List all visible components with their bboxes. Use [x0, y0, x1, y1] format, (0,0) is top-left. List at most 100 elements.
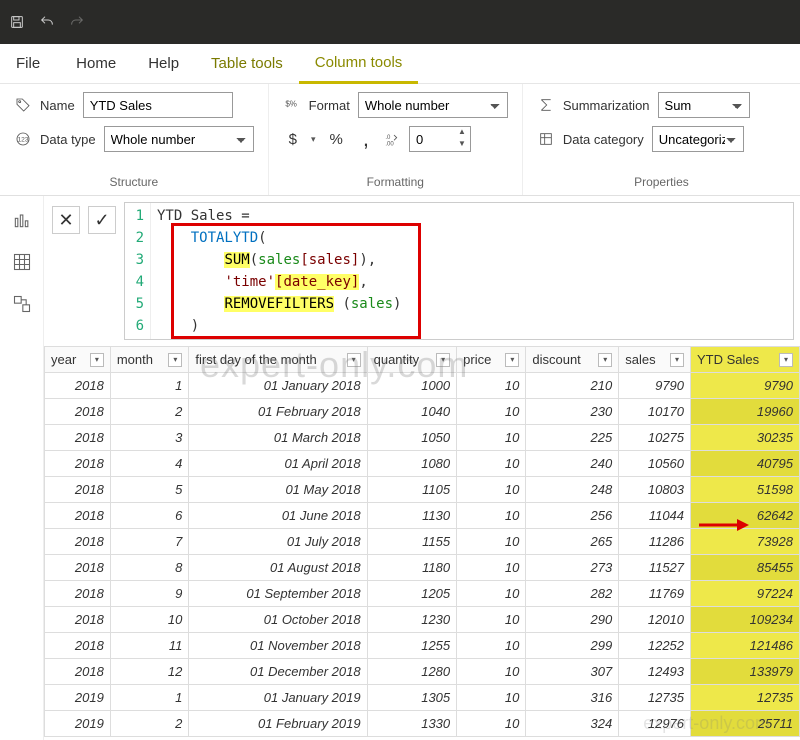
- cell[interactable]: 85455: [691, 555, 800, 581]
- column-header[interactable]: YTD Sales▾: [691, 347, 800, 373]
- cell[interactable]: 290: [526, 607, 619, 633]
- decimals-up[interactable]: ▲: [455, 128, 469, 138]
- cell[interactable]: 10: [457, 425, 526, 451]
- tab-help[interactable]: Help: [132, 45, 195, 82]
- cell[interactable]: 121486: [691, 633, 800, 659]
- cell[interactable]: 25711: [691, 711, 800, 737]
- cell[interactable]: 2018: [45, 529, 111, 555]
- tab-file[interactable]: File: [12, 45, 60, 82]
- table-row[interactable]: 2018501 May 20181105102481080351598: [45, 477, 800, 503]
- summarization-select[interactable]: Sum: [658, 92, 750, 118]
- cell[interactable]: 01 November 2018: [189, 633, 367, 659]
- model-view-icon[interactable]: [10, 292, 34, 316]
- cell[interactable]: 5: [110, 477, 189, 503]
- cell[interactable]: 299: [526, 633, 619, 659]
- table-row[interactable]: 2018101 January 201810001021097909790: [45, 373, 800, 399]
- cell[interactable]: 10803: [619, 477, 691, 503]
- cell[interactable]: 01 October 2018: [189, 607, 367, 633]
- cell[interactable]: 01 June 2018: [189, 503, 367, 529]
- cell[interactable]: 9: [110, 581, 189, 607]
- cell[interactable]: 2018: [45, 581, 111, 607]
- column-header[interactable]: quantity▾: [367, 347, 457, 373]
- table-row[interactable]: 20181101 November 2018125510299122521214…: [45, 633, 800, 659]
- cell[interactable]: 1040: [367, 399, 457, 425]
- cell[interactable]: 2018: [45, 399, 111, 425]
- cell[interactable]: 248: [526, 477, 619, 503]
- cell[interactable]: 10: [457, 399, 526, 425]
- data-category-select[interactable]: Uncategorized: [652, 126, 744, 152]
- cell[interactable]: 10275: [619, 425, 691, 451]
- formula-commit-button[interactable]: ✓: [88, 206, 116, 234]
- cell[interactable]: 01 July 2018: [189, 529, 367, 555]
- cell[interactable]: 2018: [45, 607, 111, 633]
- cell[interactable]: 01 February 2019: [189, 711, 367, 737]
- cell[interactable]: 1180: [367, 555, 457, 581]
- cell[interactable]: 4: [110, 451, 189, 477]
- cell[interactable]: 12252: [619, 633, 691, 659]
- tab-column-tools[interactable]: Column tools: [299, 44, 419, 84]
- table-row[interactable]: 2018701 July 20181155102651128673928: [45, 529, 800, 555]
- percent-button[interactable]: %: [324, 129, 349, 150]
- cell[interactable]: 10: [457, 607, 526, 633]
- cell[interactable]: 273: [526, 555, 619, 581]
- cell[interactable]: 1205: [367, 581, 457, 607]
- cell[interactable]: 10: [457, 529, 526, 555]
- cell[interactable]: 97224: [691, 581, 800, 607]
- column-header[interactable]: first day of the month▾: [189, 347, 367, 373]
- cell[interactable]: 1255: [367, 633, 457, 659]
- filter-icon[interactable]: ▾: [436, 353, 450, 367]
- cell[interactable]: 11044: [619, 503, 691, 529]
- cell[interactable]: 2: [110, 711, 189, 737]
- cell[interactable]: 19960: [691, 399, 800, 425]
- column-header[interactable]: price▾: [457, 347, 526, 373]
- cell[interactable]: 10170: [619, 399, 691, 425]
- cell[interactable]: 2018: [45, 659, 111, 685]
- filter-icon[interactable]: ▾: [90, 353, 104, 367]
- table-row[interactable]: 2018301 March 20181050102251027530235: [45, 425, 800, 451]
- cell[interactable]: 10: [457, 581, 526, 607]
- cell[interactable]: 01 January 2018: [189, 373, 367, 399]
- cell[interactable]: 10: [457, 503, 526, 529]
- cell[interactable]: 10560: [619, 451, 691, 477]
- cell[interactable]: 1305: [367, 685, 457, 711]
- column-header[interactable]: month▾: [110, 347, 189, 373]
- cell[interactable]: 2018: [45, 425, 111, 451]
- datatype-select[interactable]: Whole number: [104, 126, 254, 152]
- formula-code[interactable]: YTD Sales = TOTALYTD( SUM(sales[sales]),…: [151, 203, 793, 339]
- cell[interactable]: 11286: [619, 529, 691, 555]
- decimals-down[interactable]: ▼: [455, 140, 469, 150]
- table-row[interactable]: 2018801 August 20181180102731152785455: [45, 555, 800, 581]
- cell[interactable]: 01 May 2018: [189, 477, 367, 503]
- cell[interactable]: 51598: [691, 477, 800, 503]
- cell[interactable]: 8: [110, 555, 189, 581]
- tab-home[interactable]: Home: [60, 45, 132, 82]
- cell[interactable]: 282: [526, 581, 619, 607]
- table-row[interactable]: 20181201 December 2018128010307124931339…: [45, 659, 800, 685]
- cell[interactable]: 12: [110, 659, 189, 685]
- cell[interactable]: 1330: [367, 711, 457, 737]
- cell[interactable]: 01 December 2018: [189, 659, 367, 685]
- cell[interactable]: 11: [110, 633, 189, 659]
- cell[interactable]: 01 March 2018: [189, 425, 367, 451]
- cell[interactable]: 256: [526, 503, 619, 529]
- cell[interactable]: 10: [457, 685, 526, 711]
- format-select[interactable]: Whole number: [358, 92, 508, 118]
- cell[interactable]: 1130: [367, 503, 457, 529]
- currency-button[interactable]: $: [283, 129, 303, 150]
- cell[interactable]: 01 April 2018: [189, 451, 367, 477]
- column-header[interactable]: sales▾: [619, 347, 691, 373]
- formula-editor[interactable]: 123 456 YTD Sales = TOTALYTD( SUM(sales[…: [124, 202, 794, 340]
- cell[interactable]: 01 February 2018: [189, 399, 367, 425]
- cell[interactable]: 240: [526, 451, 619, 477]
- redo-icon[interactable]: [68, 13, 86, 31]
- report-view-icon[interactable]: [10, 208, 34, 232]
- table-row[interactable]: 2019201 February 20191330103241297625711: [45, 711, 800, 737]
- table-row[interactable]: 20181001 October 20181230102901201010923…: [45, 607, 800, 633]
- cell[interactable]: 11527: [619, 555, 691, 581]
- decimals-icon[interactable]: .0.00: [383, 130, 401, 148]
- cell[interactable]: 10: [457, 451, 526, 477]
- cell[interactable]: 01 September 2018: [189, 581, 367, 607]
- cell[interactable]: 10: [457, 633, 526, 659]
- data-view-icon[interactable]: [10, 250, 34, 274]
- cell[interactable]: 307: [526, 659, 619, 685]
